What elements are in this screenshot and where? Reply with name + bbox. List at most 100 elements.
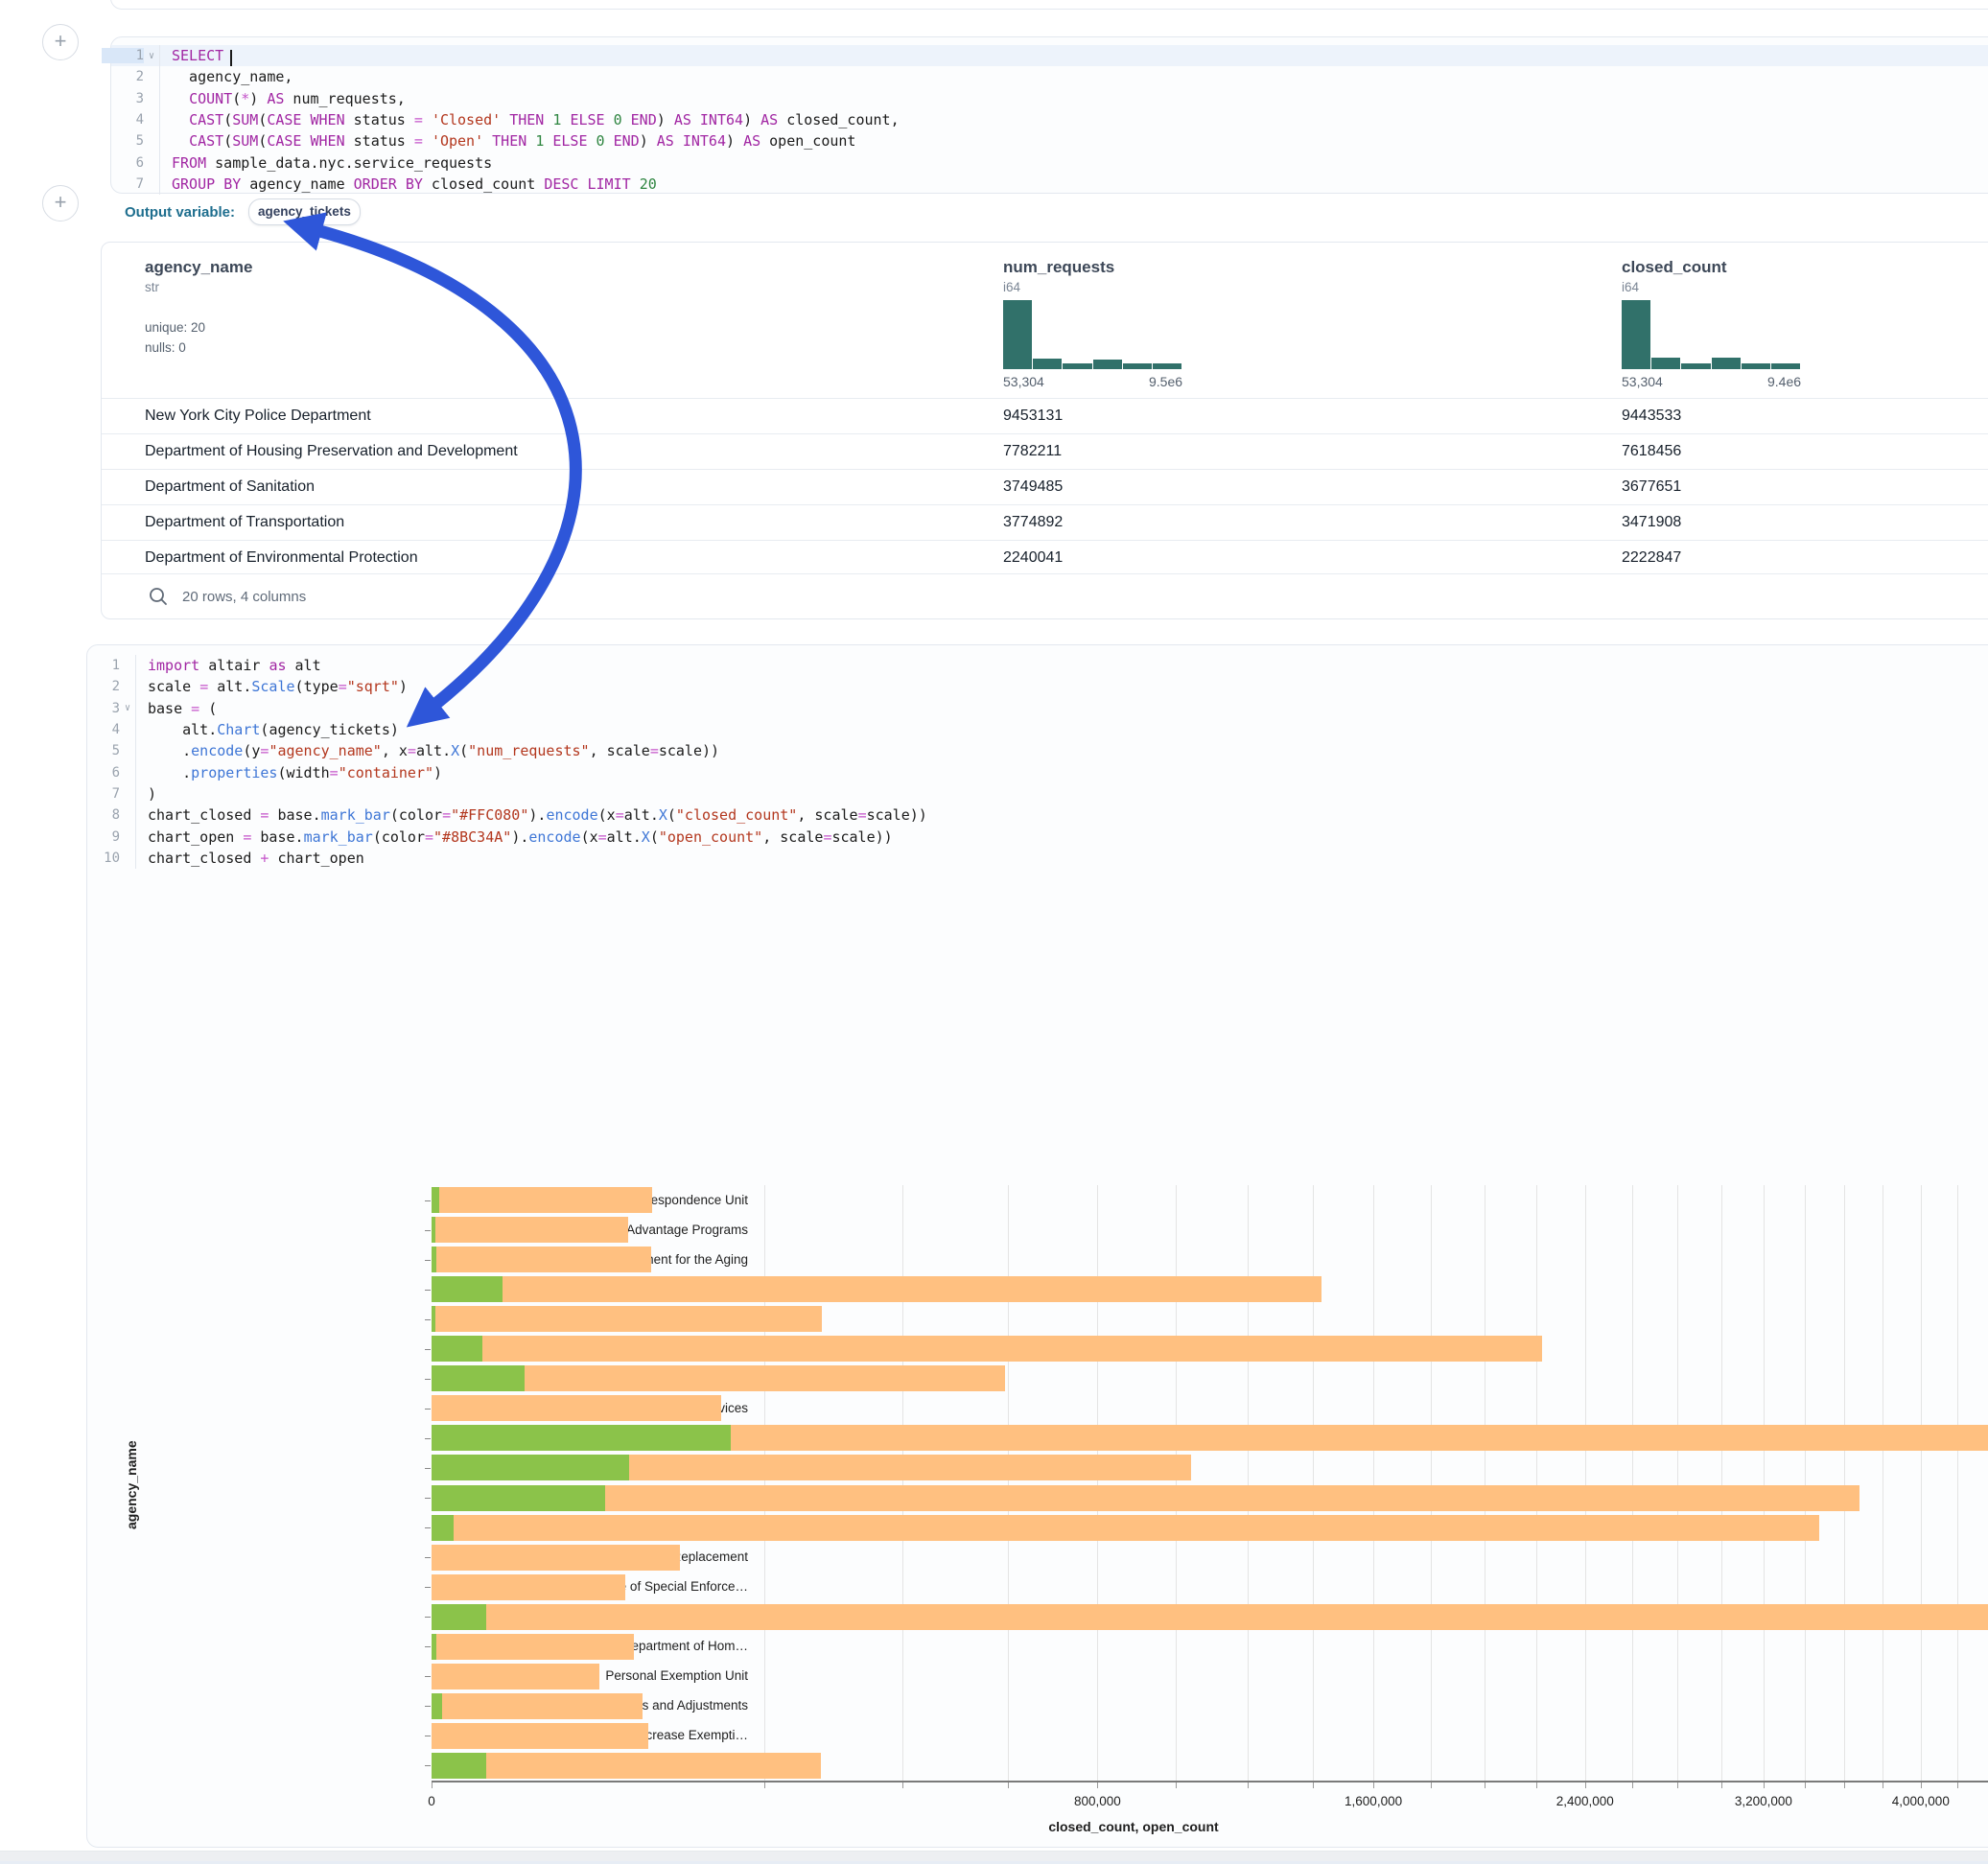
code-token: ( [373,828,382,846]
code-token: ( [258,132,267,150]
y-tick [425,1676,431,1677]
x-tick [1921,1782,1922,1788]
gridline [1844,1185,1845,1781]
code-line[interactable]: 10chart_closed + chart_open [87,848,1988,869]
x-tick [1632,1782,1633,1788]
gutter-divider [159,88,160,109]
line-number: 6 [87,765,120,781]
line-number: 1 [102,48,144,63]
code-token [631,175,640,193]
code-token: as [269,657,286,674]
add-cell-button-top[interactable]: + [42,24,79,60]
gridline [1632,1185,1633,1781]
add-cell-button-below-sql[interactable]: + [42,185,79,221]
code-token: X [659,806,667,824]
code-line[interactable]: 7GROUP BY agency_name ORDER BY closed_co… [111,174,1988,195]
code-token: chart_closed [148,850,260,867]
code-token: = [408,742,416,759]
gridline [1431,1185,1432,1781]
column-name: agency_name [145,258,252,277]
code-token: SUM [232,132,258,150]
code-line[interactable]: 2scale = alt.Scale(type="sqrt") [87,676,1988,697]
x-axis-label: 4,000,000 [1892,1794,1950,1808]
code-token [752,111,760,128]
code-line[interactable]: 8chart_closed = base.mark_bar(color="#FF… [87,804,1988,826]
y-tick [425,1617,431,1618]
code-token: Scale [251,678,294,695]
sql-code-editor[interactable]: 1∨SELECT2 agency_name,3 COUNT(*) AS num_… [111,45,1988,195]
code-token: ). [528,806,546,824]
collapse-caret-icon[interactable]: ∨ [144,51,159,61]
code-line[interactable]: 9chart_open = base.mark_bar(color="#8BC3… [87,826,1988,847]
open_count-bar [432,1515,454,1541]
gridline [1805,1185,1806,1781]
column-histogram [1003,300,1181,369]
column-header[interactable]: agency_namestrunique: 20nulls: 0 [145,258,252,358]
code-token: x [607,806,616,824]
code-token: WHEN [311,132,345,150]
code-line[interactable]: 6 .properties(width="container") [87,761,1988,782]
code-token: ( [260,721,269,738]
code-token: , [590,742,598,759]
code-token: )) [910,806,927,824]
histogram-bar [1093,360,1122,369]
x-tick [1313,1782,1314,1788]
open_count-bar [432,1336,482,1362]
gridline [1313,1185,1314,1781]
output-variable-pill[interactable]: agency_tickets [248,198,361,225]
code-token: INT64 [683,132,726,150]
code-token: mark_bar [321,806,390,824]
code-token [735,132,743,150]
histogram-bar [1033,359,1062,369]
code-token: = [598,828,607,846]
code-line[interactable]: 4 CAST(SUM(CASE WHEN status = 'Closed' T… [111,109,1988,130]
search-icon[interactable] [148,586,169,607]
code-token: scale [806,806,857,824]
table-row: Department of Housing Preservation and D… [102,433,1988,470]
code-token: ) [433,764,442,781]
code-token [172,111,189,128]
code-line[interactable]: 4 alt.Chart(agency_tickets) [87,719,1988,740]
code-token: = [260,742,269,759]
code-token [172,90,189,107]
code-token: sample_data.nyc.service_requests [206,154,492,172]
line-number: 7 [111,176,144,192]
code-line[interactable]: 3 COUNT(*) AS num_requests, [111,88,1988,109]
code-token: ( [459,742,468,759]
code-token: "sqrt" [347,678,399,695]
line-number: 4 [87,722,120,737]
column-type: str [145,280,252,294]
code-line[interactable]: 1import altair as alt [87,655,1988,676]
column-header[interactable]: num_requestsi64 [1003,258,1114,294]
gutter-divider [135,719,136,740]
column-header[interactable]: closed_counti64 [1622,258,1727,294]
code-token: 'Open' [432,132,483,150]
python-code-editor[interactable]: 1import altair as alt2scale = alt.Scale(… [87,655,1988,869]
code-line[interactable]: 3∨base = ( [87,698,1988,719]
code-token [544,132,552,150]
code-line[interactable]: 2 agency_name, [111,66,1988,87]
code-token: width [287,764,330,781]
code-token: "num_requests" [468,742,589,759]
code-token [622,111,631,128]
code-token [605,111,614,128]
code-token: + [260,850,269,867]
code-line[interactable]: 6FROM sample_data.nyc.service_requests [111,151,1988,173]
x-tick [764,1782,765,1788]
closed_count-bar [432,1574,625,1600]
code-line[interactable]: 5 CAST(SUM(CASE WHEN status = 'Open' THE… [111,130,1988,151]
gridline [1721,1185,1722,1781]
code-token: SUM [232,111,258,128]
code-line[interactable]: 5 .encode(y="agency_name", x=alt.X("num_… [87,740,1988,761]
previous-cell-edge [110,0,1988,10]
gridline [1921,1185,1922,1781]
code-token: base [251,828,294,846]
open_count-bar [432,1306,435,1332]
code-token: ( [258,111,267,128]
code-token: ( [223,111,232,128]
table-shape-label: 20 rows, 4 columns [182,589,306,605]
code-token: ( [232,90,241,107]
code-line[interactable]: 7) [87,783,1988,804]
code-line[interactable]: 1∨SELECT [111,45,1988,66]
collapse-caret-icon[interactable]: ∨ [120,703,135,713]
